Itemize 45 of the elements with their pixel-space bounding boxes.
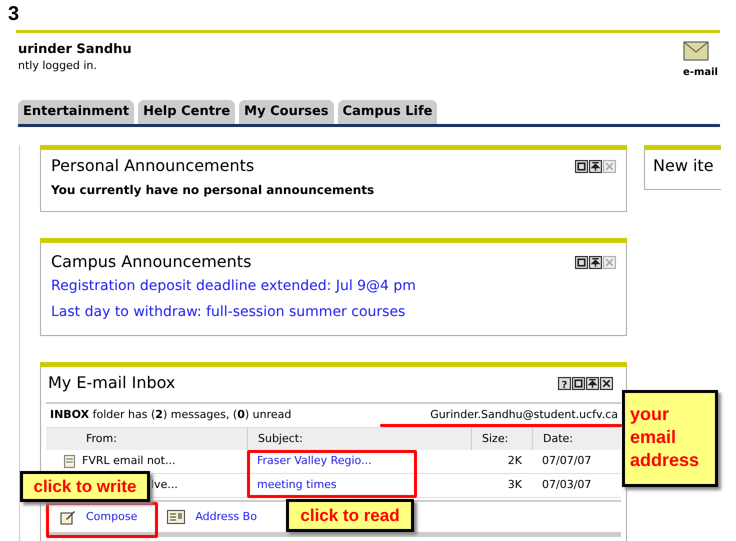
- announcement-link[interactable]: Registration deposit deadline extended: Jul 9@4 pm: [51, 273, 616, 299]
- announcement-link[interactable]: Last day to withdraw: full-session summer courses: [51, 299, 616, 325]
- nav-tab[interactable]: Help Centre: [138, 100, 236, 124]
- email-link[interactable]: e-mail: [683, 65, 718, 80]
- annotation-callout: click to write: [20, 471, 150, 502]
- move-up-icon[interactable]: [586, 376, 599, 390]
- panel-title: My E-mail Inbox: [47, 372, 176, 394]
- column-header: From:: [86, 430, 117, 447]
- announcement-message: You currently have no personal announcements: [51, 182, 376, 199]
- date-cell: 07/07/07: [542, 454, 592, 468]
- nav-tab[interactable]: Entertainment: [18, 100, 134, 124]
- help-icon[interactable]: ?: [558, 376, 571, 390]
- sender-cell-text: FVRL email not...: [82, 453, 176, 470]
- annotation-callout: your email address: [622, 390, 718, 487]
- move-up-icon[interactable]: [589, 160, 602, 172]
- pencil-note-icon[interactable]: [60, 509, 76, 525]
- action-link[interactable]: Compose: [86, 508, 138, 526]
- close-icon[interactable]: [600, 376, 613, 390]
- user-name: urinder Sandhu: [18, 41, 132, 59]
- column-header: Date:: [543, 430, 573, 447]
- column-header: Subject:: [258, 430, 303, 447]
- panel-title: Campus Announcements: [51, 251, 252, 273]
- restore-icon[interactable]: [575, 256, 588, 268]
- nav-tab[interactable]: Campus Life: [338, 100, 438, 124]
- size-cell: 3K: [508, 478, 522, 492]
- address-card-icon[interactable]: [167, 510, 186, 524]
- action-link[interactable]: Address Bo: [195, 508, 257, 526]
- column-header: Size:: [482, 430, 508, 447]
- panel-title: New ite: [653, 155, 715, 177]
- nav-tab[interactable]: My Courses: [239, 100, 334, 124]
- panel-title: Personal Announcements: [51, 155, 254, 177]
- restore-icon[interactable]: [572, 376, 585, 390]
- annotation-callout: click to read: [286, 499, 414, 532]
- size-cell: 2K: [508, 454, 522, 468]
- subject-link[interactable]: meeting times: [257, 478, 337, 492]
- inbox-summary: INBOX folder has (2) messages, (0) unread: [50, 407, 292, 424]
- step-number: 3: [8, 2, 20, 26]
- move-up-icon[interactable]: [589, 256, 602, 268]
- restore-icon[interactable]: [575, 160, 588, 172]
- sender-cell-text: lve...: [151, 477, 178, 494]
- subject-link[interactable]: Fraser Valley Regio...: [257, 454, 372, 468]
- email-address: Gurinder.Sandhu@student.ucfv.ca: [430, 407, 618, 424]
- login-status: ntly logged in.: [18, 59, 98, 73]
- envelope-icon[interactable]: [683, 41, 709, 61]
- date-cell: 07/03/07: [542, 478, 592, 492]
